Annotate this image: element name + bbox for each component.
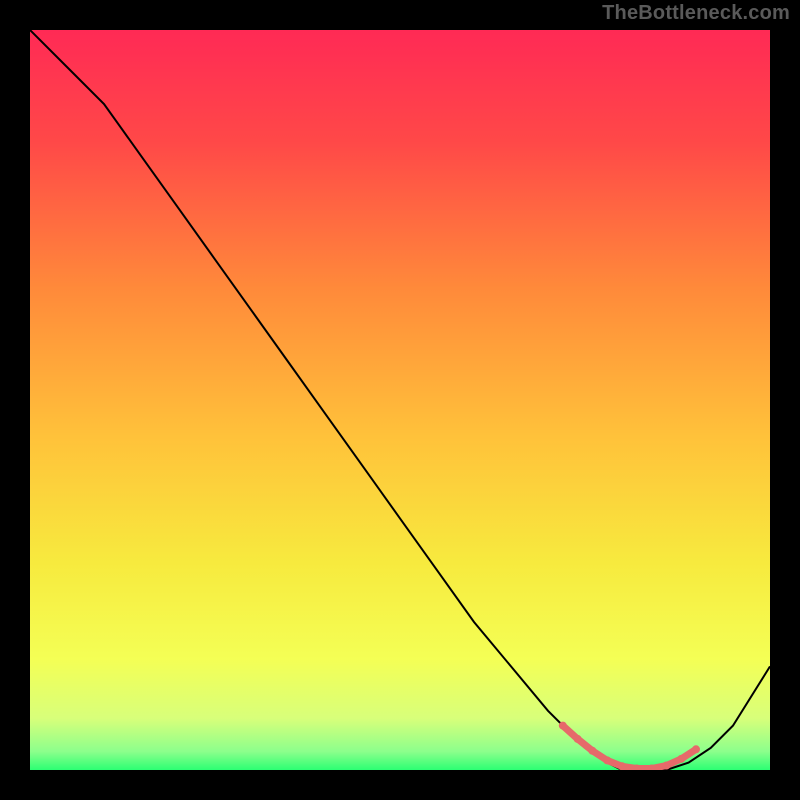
chart-svg	[30, 30, 770, 770]
highlight-dot	[588, 747, 596, 755]
highlight-dot	[603, 756, 611, 764]
highlight-dot	[677, 755, 685, 763]
highlight-dot	[692, 745, 700, 753]
highlight-dot	[559, 722, 567, 730]
highlight-dot	[574, 735, 582, 743]
highlight-dot	[618, 762, 626, 770]
plot-area	[30, 30, 770, 770]
chart-frame: TheBottleneck.com	[0, 0, 800, 800]
highlight-dot	[662, 762, 670, 770]
watermark-text: TheBottleneck.com	[602, 2, 790, 25]
chart-background	[30, 30, 770, 770]
